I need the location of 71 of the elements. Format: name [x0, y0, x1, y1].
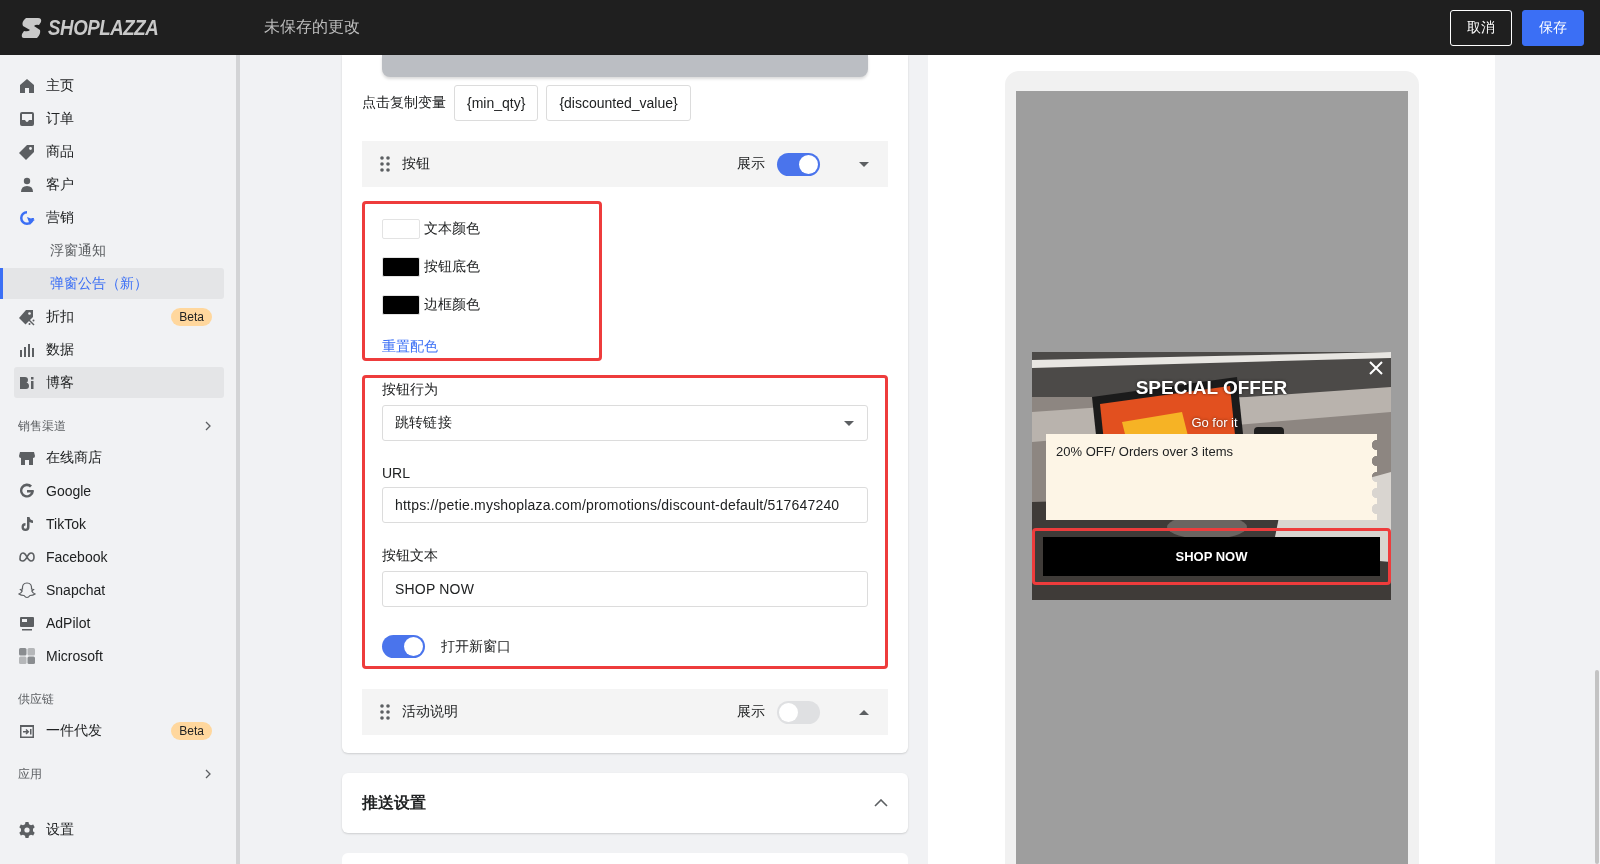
- sidebar-item[interactable]: 一件代发 Beta: [14, 715, 224, 746]
- reset-link[interactable]: 重置配色: [382, 338, 438, 356]
- sidebar-item[interactable]: 主页: [14, 70, 224, 101]
- close-icon: [1368, 360, 1384, 376]
- show-label: 展示: [737, 703, 765, 721]
- sidebar-subitem[interactable]: 浮窗通知: [0, 235, 224, 266]
- sidebar-item[interactable]: 设置: [14, 814, 224, 845]
- house-icon: [18, 76, 36, 95]
- sidebar-item[interactable]: Facebook: [14, 541, 224, 572]
- logo-icon: [20, 15, 44, 40]
- sidebar-item[interactable]: AdPilot: [14, 607, 224, 638]
- field-label: URL: [382, 465, 411, 481]
- sidebar-item[interactable]: 折扣 Beta: [14, 301, 224, 332]
- toggle-switch[interactable]: [382, 635, 425, 658]
- sidebar-item[interactable]: 客户: [14, 169, 224, 200]
- save-button[interactable]: 保存: [1522, 9, 1584, 46]
- variable-button[interactable]: {min_qty}: [454, 85, 539, 121]
- color-label: 边框颜色: [424, 296, 480, 314]
- popup-title: SPECIAL OFFER: [1135, 377, 1288, 399]
- section-title: 供应链: [18, 690, 54, 708]
- sidebar-item[interactable]: Snapchat: [14, 574, 224, 605]
- toggle-label: 打开新窗口: [441, 637, 511, 656]
- sidebar-item[interactable]: Google: [14, 475, 224, 506]
- variables-label: 点击复制变量: [362, 94, 446, 112]
- color-swatch[interactable]: [382, 257, 420, 277]
- cancel-button[interactable]: 取消: [1450, 9, 1512, 46]
- sidebar-item[interactable]: TikTok: [14, 508, 224, 539]
- section-title: 按钮: [402, 155, 431, 173]
- color-label: 按钮底色: [424, 258, 480, 276]
- color-label: 文本颜色: [424, 220, 480, 238]
- inbox-icon: [18, 109, 36, 128]
- sidebar-item[interactable]: 在线商店: [14, 442, 224, 473]
- sidebar-item[interactable]: 营销: [14, 202, 224, 233]
- sidebar-item[interactable]: 订单: [14, 103, 224, 134]
- show-label: 展示: [737, 155, 765, 173]
- color-swatch[interactable]: [382, 295, 420, 315]
- tag-icon: [18, 142, 36, 161]
- beta-badge: Beta: [171, 721, 212, 740]
- ghost-icon: [18, 580, 36, 599]
- discount-tag-icon: [18, 307, 36, 326]
- field-label: 按钮文本: [382, 547, 439, 565]
- beta-badge: Beta: [171, 307, 212, 326]
- sidebar-subitem[interactable]: 弹窗公告（新）: [0, 268, 224, 299]
- person-icon: [18, 175, 36, 194]
- drag-handle-icon: [380, 704, 390, 720]
- select-field[interactable]: 跳转链接: [382, 405, 868, 441]
- color-swatch[interactable]: [382, 219, 420, 239]
- toggle-switch[interactable]: [777, 152, 820, 176]
- sidebar-item[interactable]: Microsoft: [14, 640, 224, 671]
- section-title: 销售渠道: [18, 417, 66, 435]
- grid-icon: [18, 646, 36, 665]
- sidebar-item[interactable]: 数据: [14, 334, 224, 365]
- page-title: 未保存的更改: [264, 17, 361, 37]
- sidebar-item[interactable]: 博客: [14, 367, 224, 398]
- card-title: 推送设置: [362, 792, 426, 813]
- logo-text: SHOPLAZZA: [48, 14, 159, 41]
- caret-down-icon: [843, 419, 855, 427]
- section-title: 活动说明: [402, 703, 459, 721]
- section-title: 应用: [18, 765, 42, 783]
- cursor-target-icon: [18, 208, 36, 227]
- variable-button[interactable]: {discounted_value}: [546, 85, 691, 121]
- shop-now-button[interactable]: SHOP NOW: [1043, 537, 1380, 576]
- coupon-ticket: 20% OFF/ Orders over 3 items: [1046, 434, 1377, 520]
- sidebar-item[interactable]: 商品: [14, 136, 224, 167]
- field-label: 按钮行为: [382, 381, 439, 399]
- drag-handle-icon: [380, 156, 390, 172]
- input-field[interactable]: https://petie.myshoplaza.com/promotions/discount-default/517647240: [382, 487, 868, 523]
- input-field[interactable]: SHOP NOW: [382, 571, 868, 607]
- google-icon: [18, 481, 36, 500]
- settings-icon: [18, 820, 36, 839]
- toggle-switch[interactable]: [777, 700, 820, 724]
